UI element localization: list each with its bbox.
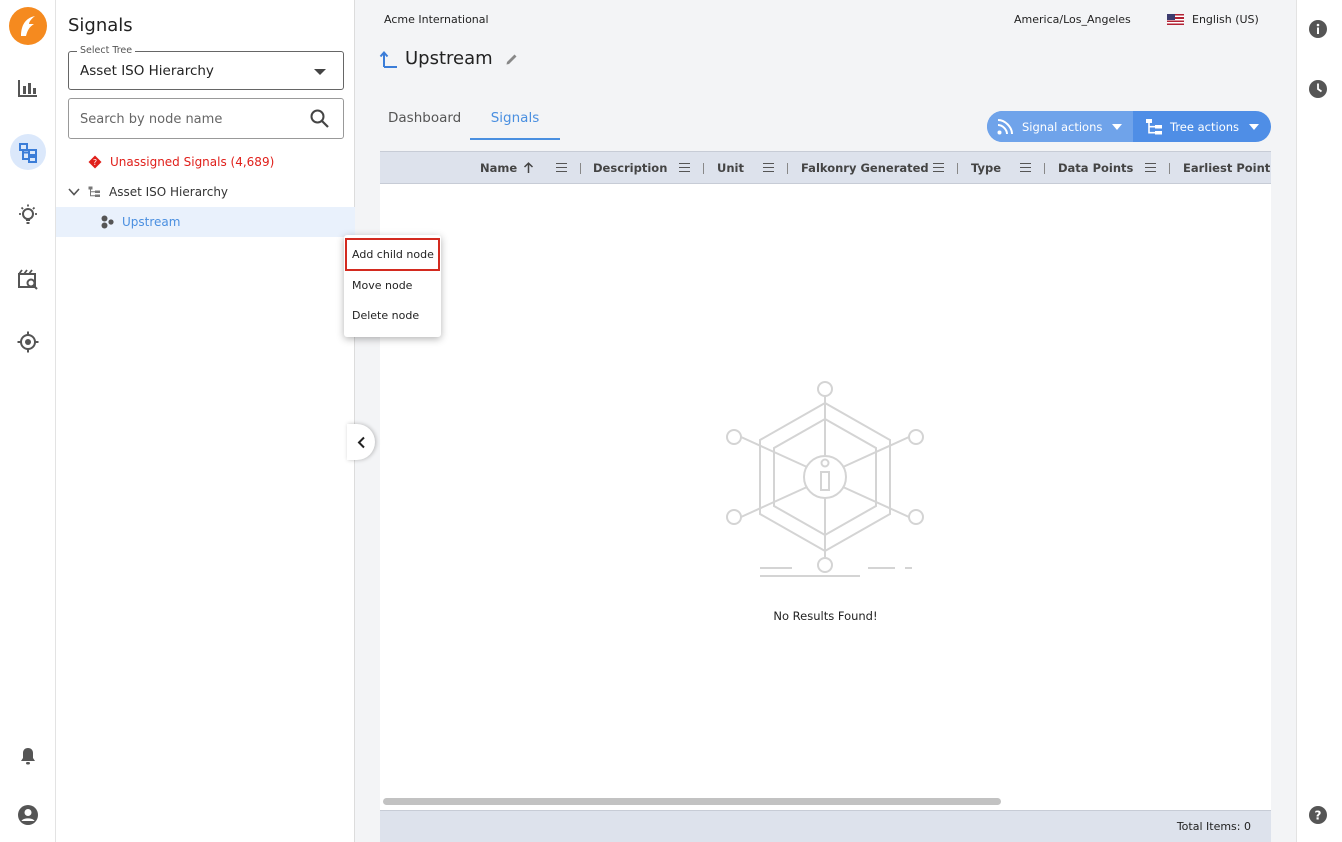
column-separator[interactable] [703, 163, 704, 174]
logo-icon[interactable] [9, 7, 47, 45]
chevron-down-icon[interactable] [68, 188, 80, 196]
total-items-count: Total Items: 0 [1176, 820, 1251, 833]
sort-ascending-icon[interactable] [523, 162, 534, 174]
right-utility-rail: ? [1296, 0, 1342, 842]
page-header: Upstream [379, 48, 519, 69]
column-header-data-points[interactable]: Data Points [1058, 152, 1133, 184]
column-header-description[interactable]: Description [593, 152, 667, 184]
analytics-icon[interactable] [10, 70, 46, 106]
panel-title: Signals [68, 15, 133, 36]
history-clock-icon[interactable] [1308, 79, 1328, 99]
no-results-message: No Results Found! [773, 609, 878, 623]
column-separator[interactable] [1044, 163, 1045, 174]
no-results-illustration [720, 377, 930, 591]
svg-text:?: ? [93, 158, 97, 167]
tree-item-label: Upstream [122, 215, 181, 229]
svg-text:?: ? [1315, 809, 1322, 823]
column-menu-icon[interactable] [679, 163, 690, 172]
column-separator[interactable] [580, 163, 581, 174]
node-search-input[interactable] [80, 109, 300, 129]
page-title: Upstream [405, 48, 493, 69]
caret-down-icon [1112, 123, 1123, 130]
organization-name[interactable]: Acme International [384, 13, 489, 26]
menu-item-add-child-node[interactable]: Add child node [345, 238, 440, 271]
tree-item-asset-iso-hierarchy[interactable]: Asset ISO Hierarchy [56, 177, 355, 207]
select-tree-dropdown[interactable]: Select Tree Asset ISO Hierarchy [68, 45, 344, 90]
menu-item-delete-node[interactable]: Delete node [344, 300, 441, 330]
action-button-group: Signal actions Tree actions [987, 111, 1271, 142]
column-label: Name [480, 161, 518, 175]
column-header-earliest-point[interactable]: Earliest Point [1183, 152, 1270, 184]
select-tree-label: Select Tree [77, 45, 136, 56]
node-context-menu: Add child node Move node Delete node [344, 235, 441, 337]
language-selector[interactable]: English (US) [1167, 13, 1259, 26]
signals-grid: Name Description Unit Falkonry Generated… [380, 151, 1271, 842]
select-tree-value: Asset ISO Hierarchy [80, 63, 214, 79]
menu-item-move-node[interactable]: Move node [344, 270, 441, 300]
tab-dashboard[interactable]: Dashboard [380, 110, 469, 140]
column-menu-icon[interactable] [933, 163, 944, 172]
column-menu-icon[interactable] [556, 163, 567, 172]
signal-feed-icon [997, 118, 1015, 135]
column-separator[interactable] [1169, 163, 1170, 174]
main-content: Acme International America/Los_Angeles E… [355, 0, 1296, 842]
target-icon[interactable] [10, 324, 46, 360]
event-search-icon[interactable] [10, 262, 46, 298]
node-cluster-icon [100, 215, 114, 229]
help-icon[interactable]: ? [1308, 805, 1328, 825]
account-icon[interactable] [10, 797, 46, 833]
caret-down-icon [314, 69, 326, 75]
left-nav-rail [0, 0, 56, 842]
chevron-left-icon [357, 436, 366, 449]
tab-signals[interactable]: Signals [470, 110, 560, 140]
tree-actions-button[interactable]: Tree actions [1133, 111, 1271, 142]
signals-tree-icon[interactable] [10, 134, 46, 170]
tree-item-upstream[interactable]: Upstream [56, 207, 355, 237]
column-separator[interactable] [957, 163, 958, 174]
node-search-field [68, 98, 344, 139]
horizontal-scrollbar[interactable] [383, 798, 1001, 805]
column-menu-icon[interactable] [1145, 163, 1156, 172]
column-menu-icon[interactable] [1020, 163, 1031, 172]
timezone-selector[interactable]: America/Los_Angeles [1014, 13, 1131, 26]
signal-actions-button[interactable]: Signal actions [987, 111, 1133, 142]
insights-bulb-icon[interactable] [10, 197, 46, 233]
info-icon[interactable] [1308, 19, 1328, 39]
search-icon[interactable] [310, 109, 329, 132]
tree-item-label: Unassigned Signals (4,689) [110, 155, 275, 169]
signals-tree-panel: Signals Select Tree Asset ISO Hierarchy … [56, 0, 355, 842]
grid-footer: Total Items: 0 [380, 810, 1271, 842]
grid-header: Name Description Unit Falkonry Generated… [380, 151, 1271, 184]
tree-item-label: Asset ISO Hierarchy [109, 185, 229, 199]
column-header-falkonry-generated[interactable]: Falkonry Generated [801, 152, 929, 184]
warning-diamond-icon: ? [88, 155, 102, 169]
tree-hierarchy-icon [1145, 118, 1163, 136]
hierarchy-icon [88, 186, 101, 198]
column-header-unit[interactable]: Unit [717, 152, 744, 184]
column-header-type[interactable]: Type [971, 152, 1001, 184]
tree-item-unassigned-signals[interactable]: ? Unassigned Signals (4,689) [56, 147, 355, 177]
column-menu-icon[interactable] [763, 163, 774, 172]
node-up-arrow-icon [379, 49, 399, 69]
us-flag-icon [1167, 14, 1184, 25]
tree-actions-label: Tree actions [1170, 119, 1240, 134]
column-header-name[interactable]: Name [480, 152, 534, 184]
signal-actions-label: Signal actions [1022, 119, 1103, 134]
language-label: English (US) [1192, 13, 1259, 26]
edit-pencil-icon[interactable] [505, 52, 519, 66]
caret-down-icon [1249, 123, 1260, 130]
column-separator[interactable] [787, 163, 788, 174]
notifications-bell-icon[interactable] [10, 737, 46, 773]
